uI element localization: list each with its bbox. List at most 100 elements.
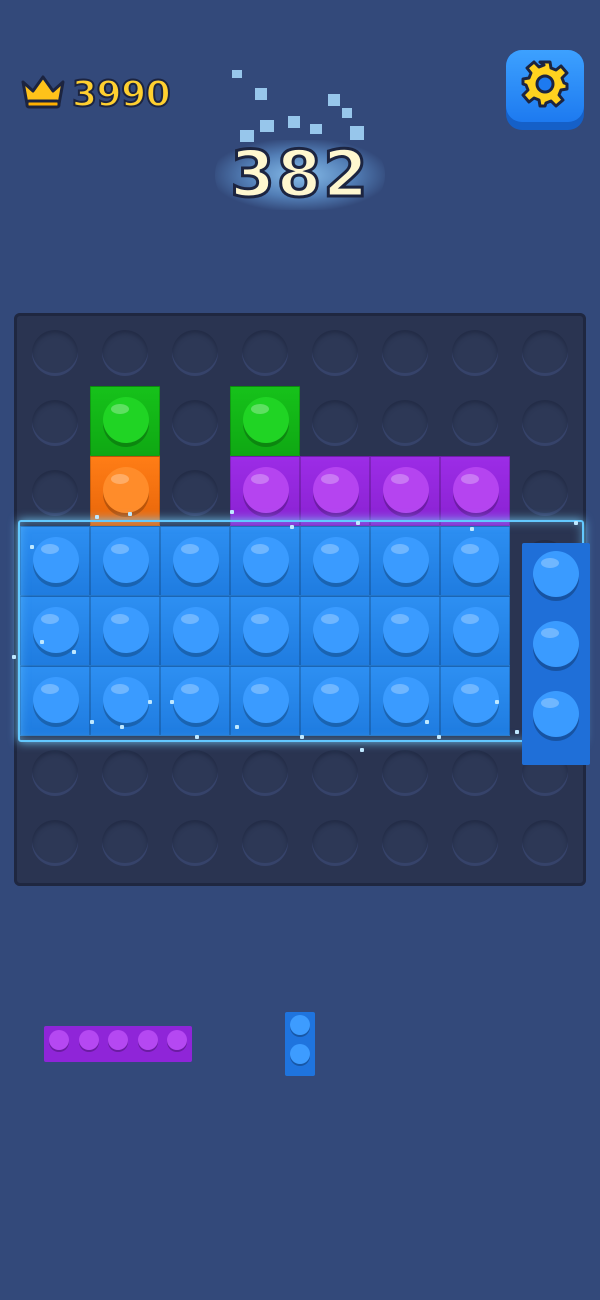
board-slot[interactable] xyxy=(172,330,218,376)
brick-stud xyxy=(243,397,289,443)
brick-stud xyxy=(383,537,429,583)
board-slot[interactable] xyxy=(382,820,428,866)
sparkle-particle xyxy=(235,725,239,729)
sparkle-particle xyxy=(90,720,94,724)
board-slot[interactable] xyxy=(452,400,498,446)
brick-stud xyxy=(49,1030,69,1050)
board-slot[interactable] xyxy=(452,330,498,376)
brick-stud xyxy=(243,537,289,583)
brick-stud xyxy=(383,677,429,723)
board-slot[interactable] xyxy=(382,400,428,446)
best-score: 3990 xyxy=(20,70,172,118)
brick-stud xyxy=(137,1030,158,1050)
board-slot[interactable] xyxy=(312,750,358,796)
brick-stud xyxy=(167,1030,187,1050)
brick-blue xyxy=(440,596,510,666)
sparkle-particle xyxy=(356,521,360,525)
brick-stud xyxy=(103,607,149,653)
brick-stud xyxy=(103,677,149,723)
brick-purple xyxy=(440,456,510,526)
brick-blue xyxy=(160,526,230,596)
dragged-piece-blue-3[interactable] xyxy=(522,543,590,765)
best-score-value: 3990 xyxy=(71,73,172,116)
brick-green xyxy=(230,386,300,456)
board-slot[interactable] xyxy=(32,400,78,446)
board-slot[interactable] xyxy=(102,820,148,866)
board-slot[interactable] xyxy=(452,750,498,796)
board-slot[interactable] xyxy=(242,820,288,866)
board-slot[interactable] xyxy=(32,820,78,866)
board-slot[interactable] xyxy=(382,330,428,376)
board-slot[interactable] xyxy=(312,400,358,446)
brick-stud xyxy=(33,677,79,723)
sparkle-particle xyxy=(95,515,99,519)
sparkle-particle xyxy=(72,650,76,654)
brick-stud xyxy=(533,551,579,597)
brick-stud xyxy=(453,467,499,513)
score-value: 382 xyxy=(229,138,370,212)
brick-stud xyxy=(103,537,149,583)
brick-green xyxy=(90,386,160,456)
brick-blue xyxy=(370,666,440,736)
sparkle-particle xyxy=(230,510,234,514)
brick-blue xyxy=(20,526,90,596)
brick-stud xyxy=(103,397,149,443)
board-slot[interactable] xyxy=(32,470,78,516)
board-slot[interactable] xyxy=(242,330,288,376)
brick-stud xyxy=(313,677,359,723)
board-slot[interactable] xyxy=(172,400,218,446)
brick-stud xyxy=(33,537,79,583)
board-slot[interactable] xyxy=(242,750,288,796)
brick-orange xyxy=(90,456,160,526)
board-slot[interactable] xyxy=(312,820,358,866)
game-board[interactable] xyxy=(14,313,586,886)
brick-stud xyxy=(533,621,579,667)
board-slot[interactable] xyxy=(172,470,218,516)
board-slot[interactable] xyxy=(382,750,428,796)
board-slot[interactable] xyxy=(522,400,568,446)
brick-stud xyxy=(290,1044,310,1064)
gear-icon xyxy=(519,58,571,114)
board-slot[interactable] xyxy=(452,820,498,866)
sparkle-particle xyxy=(170,700,174,704)
brick-blue xyxy=(300,596,370,666)
sparkle-particle xyxy=(195,735,199,739)
tray-piece-blue-2[interactable] xyxy=(285,1012,315,1076)
brick-blue xyxy=(230,596,300,666)
brick-stud xyxy=(173,537,219,583)
brick-blue xyxy=(230,666,300,736)
board-slot[interactable] xyxy=(522,470,568,516)
board-slot[interactable] xyxy=(522,820,568,866)
sparkle-particle xyxy=(437,735,441,739)
sparkle-particle xyxy=(120,725,124,729)
brick-stud xyxy=(313,607,359,653)
sparkle-particle xyxy=(574,521,578,525)
board-slot[interactable] xyxy=(32,750,78,796)
brick-blue xyxy=(300,666,370,736)
board-slot[interactable] xyxy=(522,330,568,376)
brick-blue xyxy=(230,526,300,596)
board-slot[interactable] xyxy=(312,330,358,376)
board-slot[interactable] xyxy=(102,330,148,376)
sparkle-particle xyxy=(40,640,44,644)
brick-blue xyxy=(300,526,370,596)
brick-stud xyxy=(533,691,579,737)
brick-blue xyxy=(370,596,440,666)
brick-blue xyxy=(90,526,160,596)
brick-blue xyxy=(440,666,510,736)
brick-stud xyxy=(78,1030,99,1050)
brick-stud xyxy=(453,537,499,583)
board-slot[interactable] xyxy=(32,330,78,376)
brick-stud xyxy=(453,677,499,723)
tray-piece-purple-5[interactable] xyxy=(44,1026,192,1062)
brick-stud xyxy=(243,467,289,513)
brick-stud xyxy=(313,537,359,583)
brick-purple xyxy=(230,456,300,526)
sparkle-particle xyxy=(300,735,304,739)
brick-blue xyxy=(160,596,230,666)
board-slot[interactable] xyxy=(172,820,218,866)
board-slot[interactable] xyxy=(172,750,218,796)
brick-blue xyxy=(440,526,510,596)
board-slot[interactable] xyxy=(102,750,148,796)
settings-button[interactable] xyxy=(506,50,584,130)
